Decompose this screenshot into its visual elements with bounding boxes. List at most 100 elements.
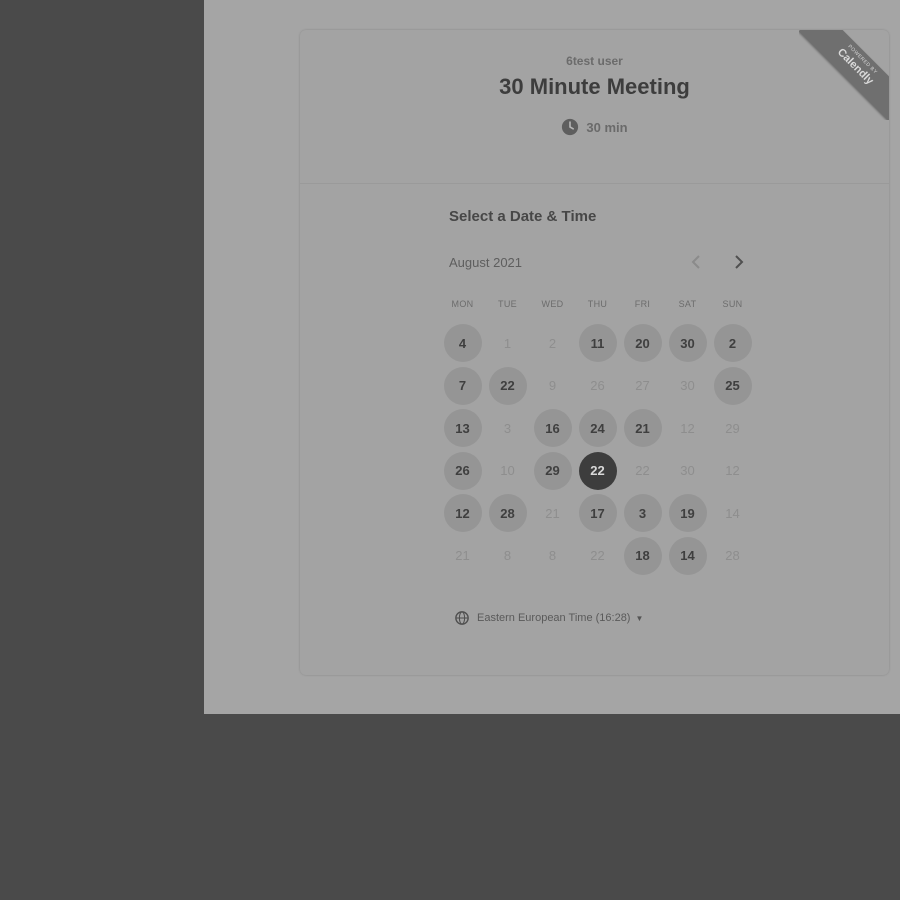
scheduling-card: 6test user 30 Minute Meeting 30 min POWE… bbox=[300, 30, 889, 675]
duration-label: 30 min bbox=[586, 119, 628, 135]
available-day-button[interactable]: 2 bbox=[713, 324, 752, 362]
day-cell: 29 bbox=[530, 451, 575, 495]
available-day-button[interactable]: 19 bbox=[668, 494, 707, 533]
unavailable-day: 3 bbox=[503, 420, 512, 436]
day-cell: 14 bbox=[710, 494, 755, 537]
available-day-button[interactable]: 29 bbox=[533, 451, 572, 490]
day-cell: 1 bbox=[485, 324, 530, 367]
weekday-label: SUN bbox=[722, 299, 743, 309]
date-picker: Select a Date & Time August 2021 MON TUE W… bbox=[440, 208, 760, 625]
day-cell: 28 bbox=[710, 537, 755, 580]
unavailable-day: 12 bbox=[725, 463, 740, 479]
available-day-button[interactable]: 28 bbox=[488, 494, 527, 533]
day-cell: 28 bbox=[485, 494, 530, 537]
unavailable-day: 8 bbox=[548, 548, 557, 564]
day-cell: 12 bbox=[665, 409, 710, 452]
available-day-button[interactable]: 11 bbox=[578, 324, 617, 362]
clock-icon bbox=[562, 118, 579, 136]
day-cell: 24 bbox=[575, 409, 620, 452]
available-day-button[interactable]: 25 bbox=[713, 366, 752, 405]
powered-by-ribbon[interactable]: POWERED BY Calendly bbox=[799, 30, 889, 120]
available-day-button[interactable]: 13 bbox=[443, 409, 482, 448]
day-cell: 9 bbox=[530, 367, 575, 410]
unavailable-day: 22 bbox=[635, 463, 650, 479]
unavailable-day: 22 bbox=[590, 548, 605, 564]
weekday-label: TUE bbox=[498, 299, 517, 309]
unavailable-day: 29 bbox=[725, 420, 740, 436]
available-day-button[interactable]: 12 bbox=[443, 494, 482, 533]
unavailable-day: 26 bbox=[590, 378, 605, 394]
caret-down-icon: ▼ bbox=[635, 613, 644, 623]
day-cell: 21 bbox=[530, 494, 575, 537]
day-cell: 11 bbox=[575, 324, 620, 367]
day-cell: 22 bbox=[620, 452, 665, 495]
unavailable-day: 10 bbox=[500, 463, 515, 479]
event-duration: 30 min bbox=[300, 118, 889, 136]
unavailable-day: 30 bbox=[680, 378, 695, 394]
unavailable-day: 9 bbox=[548, 378, 557, 394]
available-day-button[interactable]: 16 bbox=[533, 409, 572, 448]
month-navigation: August 2021 bbox=[449, 255, 753, 275]
available-day-button[interactable]: 4 bbox=[443, 324, 482, 362]
unavailable-day: 1 bbox=[503, 335, 512, 351]
day-cell: 12 bbox=[440, 494, 485, 537]
chevron-left-icon bbox=[691, 255, 700, 269]
day-cell: 2 bbox=[530, 324, 575, 367]
available-day-button[interactable]: 14 bbox=[668, 536, 707, 575]
available-day-button[interactable]: 30 bbox=[668, 324, 707, 362]
unavailable-day: 21 bbox=[455, 548, 470, 564]
day-cell: 8 bbox=[530, 537, 575, 580]
available-day-button[interactable]: 18 bbox=[623, 536, 662, 575]
day-cell: 3 bbox=[485, 409, 530, 452]
day-cell: 3 bbox=[620, 494, 665, 537]
day-cell: 26 bbox=[575, 367, 620, 410]
unavailable-day: 2 bbox=[548, 335, 557, 351]
available-day-button[interactable]: 3 bbox=[623, 494, 662, 533]
day-cell: 30 bbox=[665, 452, 710, 495]
unavailable-day: 28 bbox=[725, 548, 740, 564]
weekday-label: FRI bbox=[634, 299, 651, 309]
calendly-ribbon[interactable]: POWERED BY Calendly bbox=[799, 30, 889, 120]
event-header: 6test user 30 Minute Meeting 30 min POWE… bbox=[300, 30, 889, 184]
day-cell: 22 bbox=[575, 537, 620, 580]
day-cell: 30 bbox=[665, 324, 710, 367]
day-cell: 8 bbox=[485, 537, 530, 580]
calendar-grid: 4 1 2 11 20 30 2 7 22 9 26 27 30 25 13 3 16 24 21 12 29 26 10 2… bbox=[440, 324, 755, 580]
available-day-button[interactable]: 17 bbox=[578, 494, 617, 533]
day-cell: 26 bbox=[440, 451, 485, 495]
available-day-button[interactable]: 20 bbox=[623, 324, 662, 362]
day-cell: 21 bbox=[440, 537, 485, 580]
day-cell: 13 bbox=[440, 409, 485, 452]
unavailable-day: 27 bbox=[635, 378, 650, 394]
weekday-label: THU bbox=[587, 299, 608, 309]
day-cell: 19 bbox=[665, 494, 710, 537]
timezone-selector[interactable]: Eastern European Time (16:28) ▼ bbox=[455, 611, 643, 625]
day-cell: 14 bbox=[665, 536, 710, 580]
timezone-label: Eastern European Time (16:28) bbox=[477, 612, 631, 624]
selected-day-button[interactable]: 22 bbox=[578, 451, 617, 490]
day-cell: 17 bbox=[575, 494, 620, 537]
day-cell: 27 bbox=[620, 367, 665, 410]
day-cell: 20 bbox=[620, 324, 665, 367]
available-day-button[interactable]: 7 bbox=[443, 366, 482, 405]
day-cell: 22 bbox=[485, 366, 530, 410]
day-cell: 22 bbox=[575, 451, 620, 495]
available-day-button[interactable]: 26 bbox=[443, 451, 482, 490]
day-cell: 12 bbox=[710, 452, 755, 495]
unavailable-day: 12 bbox=[680, 420, 695, 436]
day-cell: 30 bbox=[665, 367, 710, 410]
chevron-right-icon bbox=[735, 255, 744, 269]
globe-icon bbox=[455, 611, 469, 625]
weekday-label: SAT bbox=[678, 299, 697, 309]
available-day-button[interactable]: 24 bbox=[578, 409, 617, 448]
weekday-header-row: MON TUE WED THU FRI SAT SUN bbox=[440, 299, 755, 309]
previous-month-button[interactable] bbox=[685, 251, 707, 273]
available-day-button[interactable]: 22 bbox=[488, 366, 527, 405]
next-month-button[interactable] bbox=[728, 251, 750, 273]
day-cell: 25 bbox=[710, 366, 755, 410]
weekday-label: WED bbox=[541, 299, 564, 309]
weekday-label: MON bbox=[451, 299, 474, 309]
unavailable-day: 30 bbox=[680, 463, 695, 479]
day-cell: 2 bbox=[710, 324, 755, 367]
available-day-button[interactable]: 21 bbox=[623, 409, 662, 448]
